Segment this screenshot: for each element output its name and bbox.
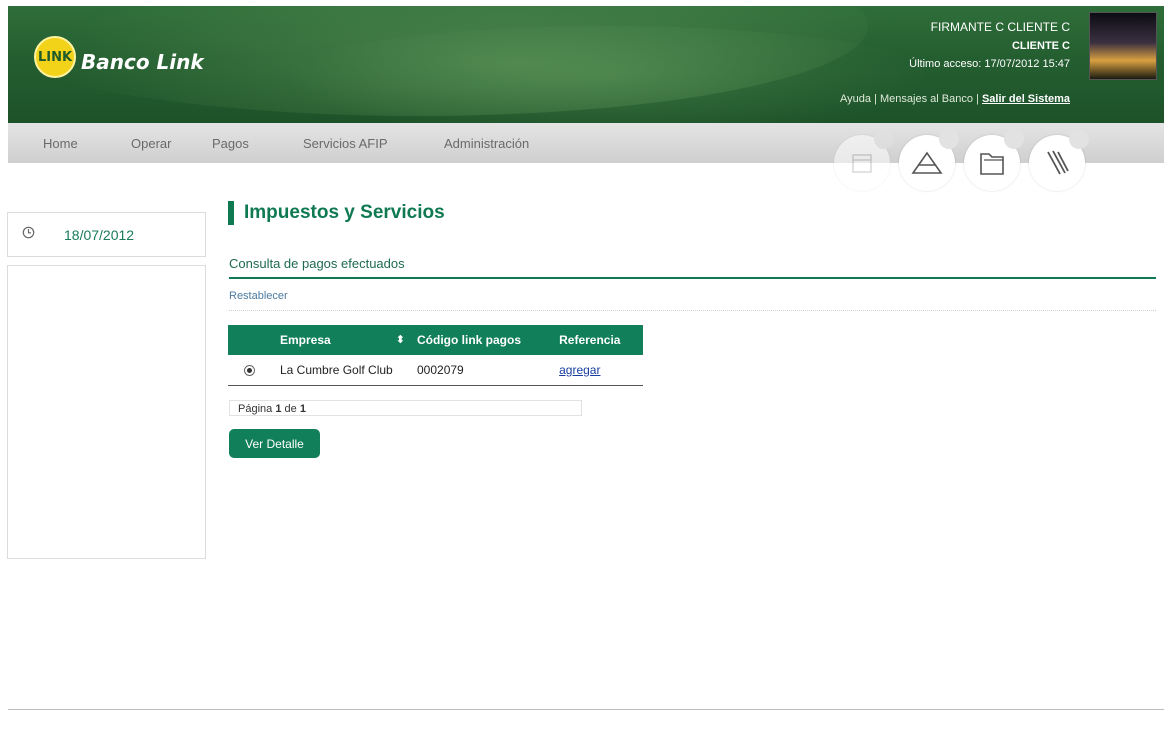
nav-item-home[interactable]: Home	[43, 136, 78, 151]
nav-item-administracion[interactable]: Administración	[444, 136, 529, 151]
last-access: Último acceso: 17/07/2012 15:47	[909, 58, 1070, 70]
page-number: 1	[275, 403, 282, 415]
sort-icon[interactable]: ⬍	[396, 333, 405, 346]
logout-link[interactable]: Salir del Sistema	[982, 93, 1070, 105]
nav-item-servicios-afip[interactable]: Servicios AFIP	[303, 136, 388, 151]
pager: Página 1 de 1	[229, 400, 582, 416]
clock-icon	[22, 226, 35, 242]
nav-item-operar[interactable]: Operar	[131, 136, 171, 151]
user-name: FIRMANTE C CLIENTE C	[930, 20, 1070, 34]
quick-icons	[824, 125, 1124, 191]
nav-item-pagos[interactable]: Pagos	[212, 136, 249, 151]
add-reference-link[interactable]: agregar	[559, 363, 600, 377]
current-date: 18/07/2012	[64, 227, 135, 243]
column-header-referencia[interactable]: Referencia	[553, 325, 643, 355]
help-link[interactable]: Ayuda	[840, 93, 871, 105]
bank-logo[interactable]: LINK	[34, 36, 76, 78]
date-box: 18/07/2012	[7, 212, 206, 257]
envelope-icon[interactable]	[899, 129, 959, 191]
column-header-codigo[interactable]: Código link pagos	[411, 325, 554, 355]
payments-table: Empresa ⬍ Código link pagos Referencia L…	[228, 325, 643, 386]
row-radio[interactable]	[244, 365, 255, 377]
messages-link[interactable]: Mensajes al Banco	[880, 93, 973, 105]
main-nav: Home Operar Pagos Servicios AFIP Adminis…	[8, 123, 1164, 191]
sidebar-panel	[7, 265, 206, 559]
folder-icon[interactable]	[964, 129, 1024, 191]
cell-empresa: La Cumbre Golf Club	[274, 355, 411, 386]
client-name: CLIENTE C	[1011, 40, 1070, 52]
calendar-icon[interactable]	[834, 129, 894, 191]
clip-icon[interactable]	[1029, 129, 1089, 191]
avatar	[1089, 12, 1157, 80]
cell-codigo: 0002079	[411, 355, 554, 386]
view-detail-button[interactable]: Ver Detalle	[229, 429, 320, 458]
section-title: Consulta de pagos efectuados	[229, 256, 405, 271]
page-title: Impuestos y Servicios	[228, 201, 445, 225]
footer-divider	[8, 709, 1164, 710]
table-row[interactable]: La Cumbre Golf Club 0002079 agregar	[228, 355, 643, 386]
page-total: 1	[299, 403, 306, 415]
column-header-empresa[interactable]: Empresa ⬍	[274, 325, 411, 355]
section-divider	[229, 277, 1156, 279]
dotted-divider	[229, 310, 1156, 311]
user-info: FIRMANTE C CLIENTE C CLIENTE C Último ac…	[909, 20, 1070, 70]
table-header-row: Empresa ⬍ Código link pagos Referencia	[228, 325, 643, 355]
cell-referencia: agregar	[553, 355, 643, 386]
header-banner: LINK Banco Link FIRMANTE C CLIENTE C CLI…	[8, 6, 1164, 123]
bank-name: Banco Link	[81, 50, 204, 74]
reset-link[interactable]: Restablecer	[229, 290, 288, 302]
top-links: Ayuda | Mensajes al Banco | Salir del Si…	[840, 93, 1070, 105]
